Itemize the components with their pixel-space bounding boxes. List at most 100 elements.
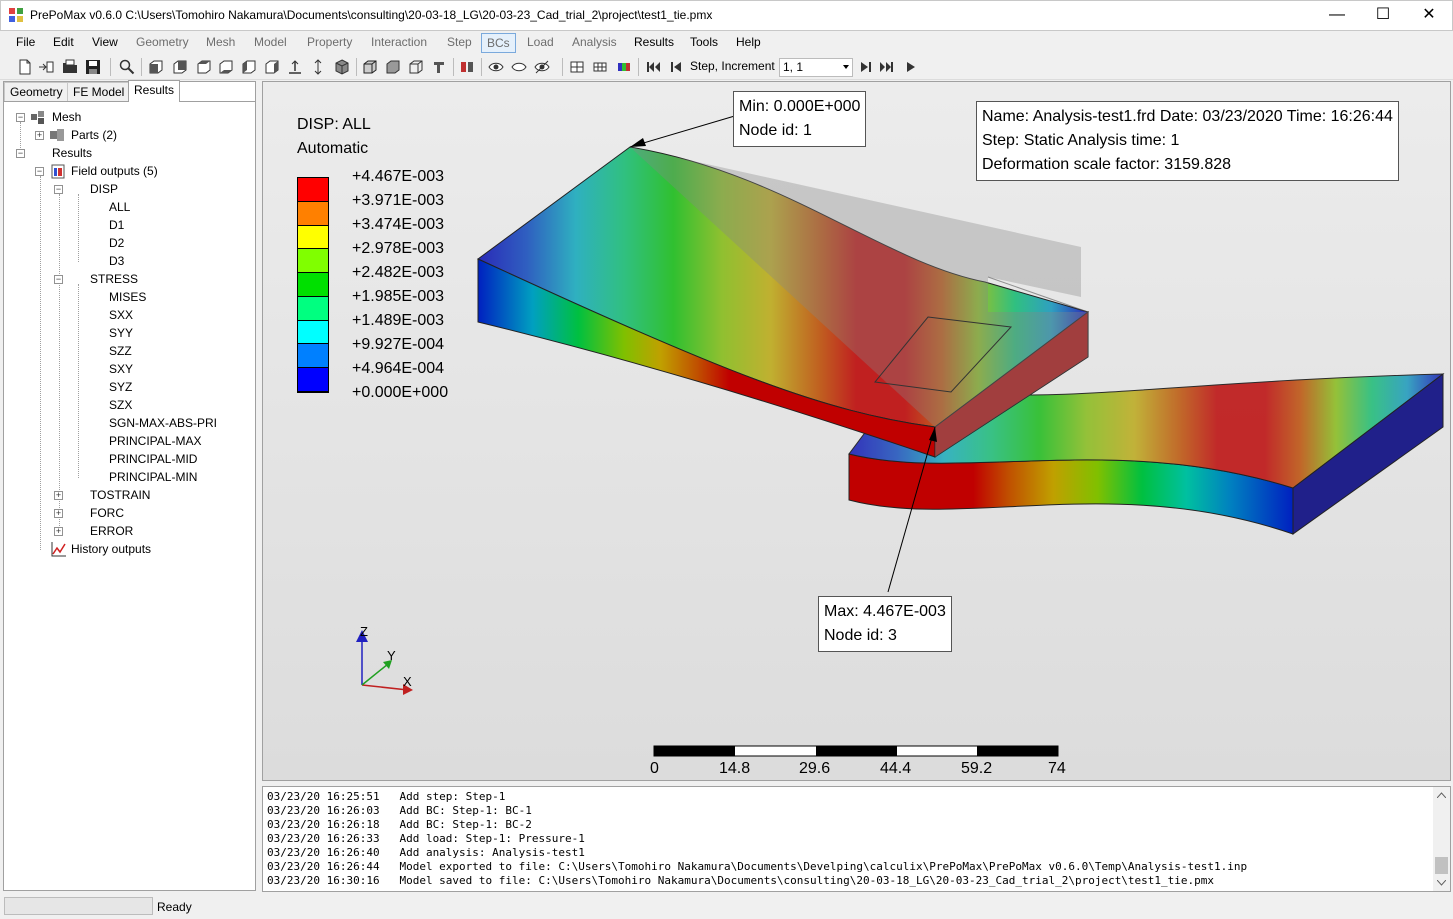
- tree-item-stress-principal-max[interactable]: PRINCIPAL-MAX: [109, 434, 201, 448]
- tree-item-forc[interactable]: FORC: [90, 506, 124, 520]
- menu-help[interactable]: Help: [731, 33, 766, 53]
- view-left-icon[interactable]: [241, 59, 257, 75]
- tree-item-stress-syz[interactable]: SYZ: [109, 380, 132, 394]
- tree-item-results[interactable]: Results: [52, 146, 92, 160]
- tree-item-parts[interactable]: Parts (2): [71, 128, 117, 142]
- 3d-viewport[interactable]: DISP: ALL Automatic +4.467E-003 +3.971E-…: [262, 81, 1451, 781]
- tab-fe-model[interactable]: FE Model: [67, 82, 131, 102]
- isometric-view-icon[interactable]: [334, 59, 350, 75]
- menu-mesh[interactable]: Mesh: [201, 33, 240, 53]
- tree-collapse-mesh[interactable]: −: [16, 113, 25, 122]
- tree-item-stress-sxx[interactable]: SXX: [109, 308, 133, 322]
- view-bottom-icon[interactable]: [218, 59, 234, 75]
- step-increment-select[interactable]: 1, 1: [779, 58, 853, 77]
- model-render: [356, 114, 1445, 757]
- tree-collapse-field-outputs[interactable]: −: [35, 167, 44, 176]
- view-normal-icon[interactable]: [287, 59, 303, 75]
- wireframe-icon[interactable]: [408, 59, 424, 75]
- last-increment-icon[interactable]: [879, 59, 895, 75]
- tree-expand-parts[interactable]: +: [35, 131, 44, 140]
- show-icon[interactable]: [488, 59, 504, 75]
- explode-view-icon[interactable]: [459, 59, 475, 75]
- tree-item-disp-d1[interactable]: D1: [109, 218, 124, 232]
- menu-results[interactable]: Results: [629, 33, 679, 53]
- tree-item-stress-sxy[interactable]: SXY: [109, 362, 133, 376]
- tree-item-stress-sgn-max-abs-pri[interactable]: SGN-MAX-ABS-PRI: [109, 416, 217, 430]
- tree-item-history-outputs[interactable]: History outputs: [71, 542, 151, 556]
- scroll-thumb[interactable]: [1435, 857, 1448, 874]
- deformed-color-icon[interactable]: [616, 59, 632, 75]
- tab-geometry[interactable]: Geometry: [4, 82, 69, 102]
- legend-value: +3.971E-003: [352, 192, 445, 209]
- tree-item-tostrain[interactable]: TOSTRAIN: [90, 488, 150, 502]
- menu-property[interactable]: Property: [302, 33, 357, 53]
- menu-view[interactable]: View: [87, 33, 123, 53]
- menu-model[interactable]: Model: [249, 33, 292, 53]
- menu-load[interactable]: Load: [522, 33, 559, 53]
- tree-item-stress[interactable]: STRESS: [90, 272, 138, 286]
- log-scrollbar[interactable]: [1433, 787, 1450, 891]
- tree-collapse-results[interactable]: −: [16, 149, 25, 158]
- shaded-edges-icon[interactable]: [362, 59, 378, 75]
- scale-bar-label: 29.6: [799, 760, 831, 777]
- tree-item-stress-principal-min[interactable]: PRINCIPAL-MIN: [109, 470, 197, 484]
- section-view-icon[interactable]: [431, 59, 447, 75]
- tree-item-disp-d3[interactable]: D3: [109, 254, 124, 268]
- menu-step[interactable]: Step: [442, 33, 477, 53]
- tree-item-disp-all[interactable]: ALL: [109, 200, 130, 214]
- view-front-icon[interactable]: [148, 59, 164, 75]
- open-file-icon[interactable]: [62, 59, 78, 75]
- maximize-button[interactable]: ☐: [1360, 0, 1406, 30]
- toolbar-separator: [481, 58, 482, 76]
- play-animation-icon[interactable]: [903, 59, 919, 75]
- show-all-icon[interactable]: [534, 59, 550, 75]
- menu-geometry[interactable]: Geometry: [131, 33, 194, 53]
- tree-collapse-disp[interactable]: −: [54, 185, 63, 194]
- previous-increment-icon[interactable]: [668, 59, 684, 75]
- tree-item-stress-principal-mid[interactable]: PRINCIPAL-MID: [109, 452, 197, 466]
- view-top-icon[interactable]: [196, 59, 212, 75]
- close-button[interactable]: ✕: [1406, 0, 1452, 30]
- tree-item-stress-szx[interactable]: SZX: [109, 398, 132, 412]
- tree-collapse-stress[interactable]: −: [54, 275, 63, 284]
- menu-bcs[interactable]: BCs: [481, 33, 516, 53]
- tree-expand-forc[interactable]: +: [54, 509, 63, 518]
- tab-results[interactable]: Results: [128, 80, 181, 102]
- scroll-up-icon[interactable]: [1437, 792, 1446, 798]
- menu-tools[interactable]: Tools: [685, 33, 723, 53]
- zoom-to-fit-icon[interactable]: [119, 59, 135, 75]
- tree-item-stress-syy[interactable]: SYY: [109, 326, 133, 340]
- new-file-icon[interactable]: [17, 59, 33, 75]
- minimize-button[interactable]: —: [1314, 0, 1360, 30]
- scale-bar-label: 14.8: [719, 760, 751, 777]
- menu-file[interactable]: File: [11, 33, 40, 53]
- shaded-icon[interactable]: [385, 59, 401, 75]
- max-value: Max: 4.467E-003: [824, 603, 946, 620]
- tree-item-disp[interactable]: DISP: [90, 182, 118, 196]
- view-right-icon[interactable]: [264, 59, 280, 75]
- deformed-wireframe-icon[interactable]: [592, 59, 608, 75]
- tree-item-field-outputs[interactable]: Field outputs (5): [71, 164, 158, 178]
- next-increment-icon[interactable]: [858, 59, 874, 75]
- tree-item-error[interactable]: ERROR: [90, 524, 133, 538]
- tree-item-disp-d2[interactable]: D2: [109, 236, 124, 250]
- tree-item-stress-szz[interactable]: SZZ: [109, 344, 132, 358]
- import-icon[interactable]: [38, 59, 54, 75]
- scroll-down-icon[interactable]: [1437, 880, 1446, 886]
- view-back-icon[interactable]: [172, 59, 188, 75]
- vertical-view-icon[interactable]: [310, 59, 326, 75]
- menu-analysis[interactable]: Analysis: [567, 33, 622, 53]
- tree-expand-tostrain[interactable]: +: [54, 491, 63, 500]
- first-increment-icon[interactable]: [645, 59, 661, 75]
- hide-icon[interactable]: [511, 59, 527, 75]
- save-icon[interactable]: [85, 59, 101, 75]
- tree-item-mesh[interactable]: Mesh: [52, 110, 81, 124]
- step-increment-value: 1, 1: [783, 60, 804, 74]
- menu-edit[interactable]: Edit: [48, 33, 79, 53]
- output-log[interactable]: 03/23/20 16:25:51 Add step: Step-1 03/23…: [262, 786, 1451, 892]
- legend-swatch: [298, 320, 328, 345]
- menu-interaction[interactable]: Interaction: [366, 33, 432, 53]
- tree-expand-error[interactable]: +: [54, 527, 63, 536]
- tree-item-stress-mises[interactable]: MISES: [109, 290, 146, 304]
- undeformed-icon[interactable]: [569, 59, 585, 75]
